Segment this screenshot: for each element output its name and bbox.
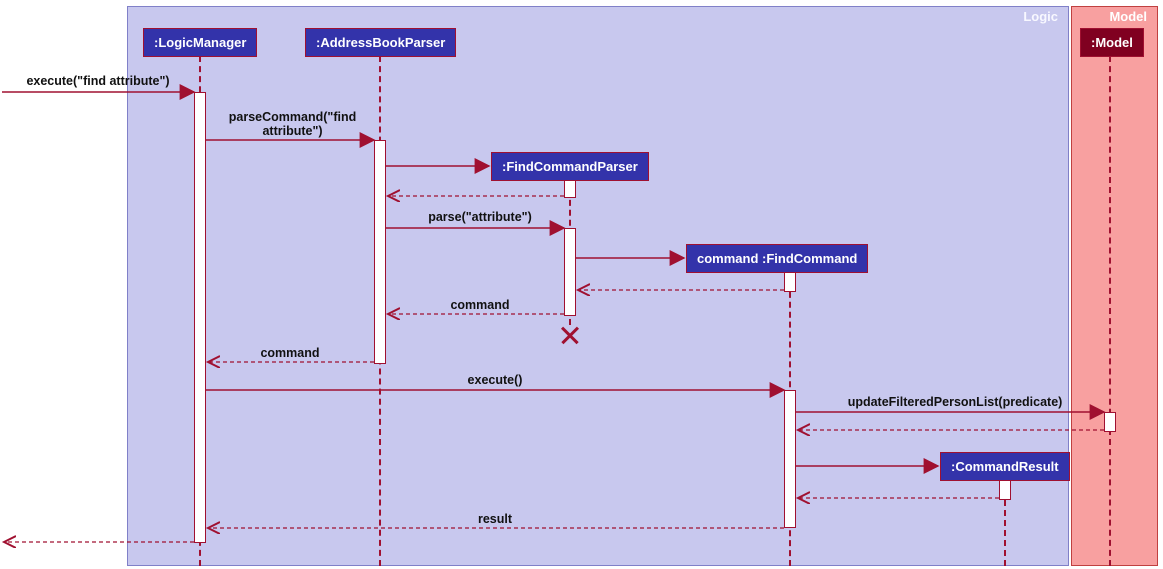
activation-findcommandparser-a (564, 180, 576, 198)
participant-logicmanager: :LogicManager (143, 28, 257, 57)
model-region: Model (1071, 6, 1158, 566)
msg-execute-entry: execute("find attribute") (8, 74, 188, 88)
msg-execute: execute() (440, 373, 550, 387)
participant-addressbookparser: :AddressBookParser (305, 28, 456, 57)
msg-command-return1: command (415, 298, 545, 312)
participant-model: :Model (1080, 28, 1144, 57)
msg-result: result (440, 512, 550, 526)
model-region-label: Model (1099, 7, 1157, 26)
activation-addressbookparser (374, 140, 386, 364)
activation-findcommand-a (784, 272, 796, 292)
participant-findcommand: command :FindCommand (686, 244, 868, 273)
destroy-findcommandparser-icon (560, 325, 580, 345)
msg-parse: parse("attribute") (410, 210, 550, 224)
logic-region-label: Logic (1013, 7, 1068, 26)
activation-logicmanager (194, 92, 206, 543)
participant-findcommandparser: :FindCommandParser (491, 152, 649, 181)
activation-commandresult (999, 480, 1011, 500)
msg-parsecommand: parseCommand("find attribute") (215, 110, 370, 138)
activation-findcommandparser-b (564, 228, 576, 316)
logic-region: Logic (127, 6, 1069, 566)
activation-findcommand-b (784, 390, 796, 528)
msg-updatefilteredpersonlist: updateFilteredPersonList(predicate) (820, 395, 1090, 409)
activation-model (1104, 412, 1116, 432)
participant-commandresult: :CommandResult (940, 452, 1070, 481)
msg-command-return2: command (225, 346, 355, 360)
sequence-diagram: Logic Model :LogicManager :AddressBookPa… (0, 0, 1163, 569)
lifeline-model (1109, 56, 1111, 566)
